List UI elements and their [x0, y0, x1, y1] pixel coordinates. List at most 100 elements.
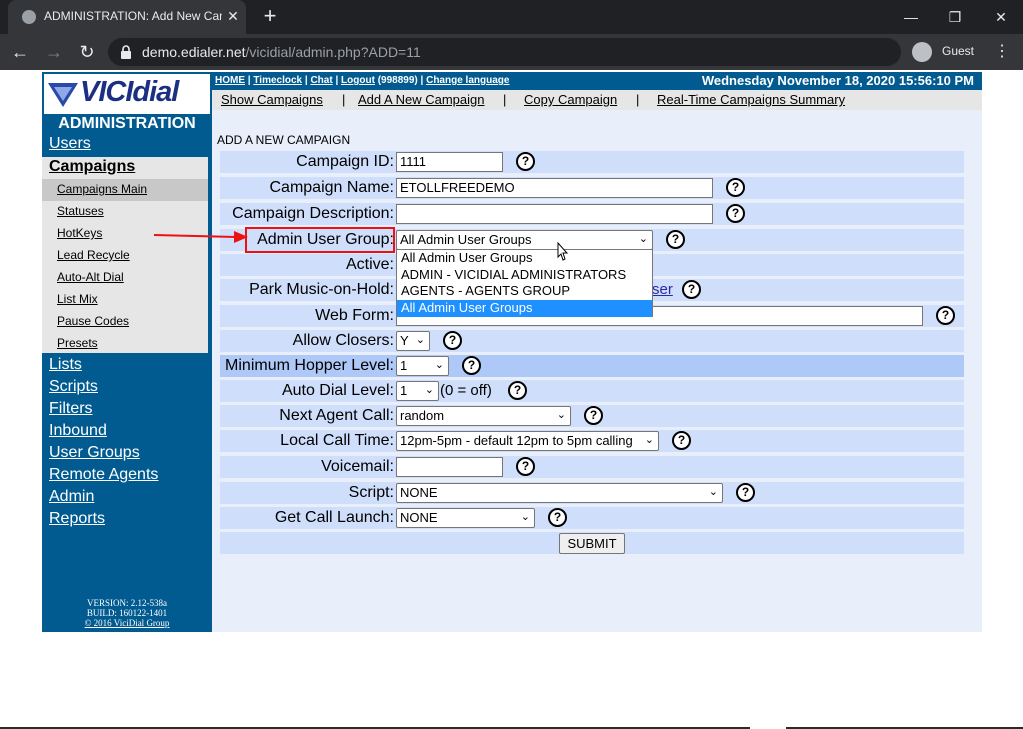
chevron-down-icon: ⌄	[424, 384, 434, 396]
sidebar-item-reports[interactable]: Reports	[49, 510, 105, 528]
label-web-form: Web Form:	[315, 307, 394, 324]
chevron-down-icon: ⌄	[638, 233, 648, 245]
admin-user-group-dropdown: All Admin User Groups ADMIN - VICIDIAL A…	[396, 249, 653, 317]
mouse-cursor-icon	[557, 242, 569, 261]
sidebar-item-campaigns[interactable]: Campaigns	[49, 158, 135, 176]
restore-icon[interactable]: ❐	[940, 5, 970, 29]
chat-link[interactable]: Chat	[310, 75, 332, 86]
local-call-time-select[interactable]: 12pm-5pm - default 12pm to 5pm calling ⌄	[396, 431, 659, 451]
chevron-down-icon: ⌄	[708, 486, 718, 498]
help-icon[interactable]: ?	[548, 508, 567, 527]
timeclock-link[interactable]: Timeclock	[253, 75, 302, 86]
row-next-agent-call: Next Agent Call: random ⌄ ?	[220, 405, 964, 427]
help-icon[interactable]: ?	[516, 457, 535, 476]
get-call-launch-select[interactable]: NONE ⌄	[396, 508, 535, 528]
label-auto-dial-level: Auto Dial Level:	[281, 382, 394, 399]
script-select[interactable]: NONE ⌄	[396, 483, 723, 503]
voicemail-input[interactable]	[396, 457, 503, 477]
tab-close-icon[interactable]: ✕	[224, 7, 242, 25]
help-icon[interactable]: ?	[936, 306, 955, 325]
subitem-auto-alt-dial[interactable]: Auto-Alt Dial	[57, 270, 124, 284]
submit-button[interactable]: SUBMIT	[559, 533, 625, 554]
home-link[interactable]: HOME	[215, 75, 245, 86]
subitem-presets[interactable]: Presets	[57, 336, 98, 350]
show-campaigns-link[interactable]: Show Campaigns	[221, 92, 323, 107]
header-links: HOME | Timeclock | Chat | Logout (998899…	[215, 75, 510, 86]
sidebar-item-inbound[interactable]: Inbound	[49, 422, 107, 440]
help-icon[interactable]: ?	[516, 152, 535, 171]
subitem-lead-recycle[interactable]: Lead Recycle	[57, 248, 130, 262]
sidebar-item-scripts[interactable]: Scripts	[49, 378, 98, 396]
label-script: Script:	[348, 484, 394, 501]
sidebar-item-lists[interactable]: Lists	[49, 356, 82, 374]
subitem-campaigns-main[interactable]: Campaigns Main	[57, 182, 147, 196]
help-icon[interactable]: ?	[672, 431, 691, 450]
forward-arrow-icon[interactable]: →	[42, 40, 66, 64]
copyright-link[interactable]: © 2016 ViciDial Group	[42, 618, 212, 628]
label-campaign-name: Campaign Name:	[269, 179, 395, 196]
dropdown-option[interactable]: ADMIN - VICIDIAL ADMINISTRATORS	[397, 267, 652, 284]
logout-link[interactable]: Logout	[341, 75, 375, 86]
sidebar-item-users[interactable]: Users	[49, 135, 91, 153]
version-text: VERSION: 2.12-538a	[87, 598, 167, 608]
help-icon[interactable]: ?	[726, 204, 745, 223]
help-icon[interactable]: ?	[584, 406, 603, 425]
minimum-hopper-level-select[interactable]: 1 ⌄	[396, 356, 449, 376]
tab-favicon-icon	[22, 10, 36, 24]
help-icon[interactable]: ?	[462, 356, 481, 375]
sidebar-item-remote-agents[interactable]: Remote Agents	[49, 466, 158, 484]
row-local-call-time: Local Call Time: 12pm-5pm - default 12pm…	[220, 430, 964, 452]
user-id: (998899)	[377, 75, 418, 86]
vicidial-logo[interactable]: VICIdial	[44, 74, 210, 114]
administration-title: ADMINISTRATION	[58, 115, 196, 132]
dropdown-option[interactable]: All Admin User Groups	[397, 250, 652, 267]
label-park-music: Park Music-on-Hold:	[249, 281, 394, 298]
next-agent-call-select[interactable]: random ⌄	[396, 406, 571, 426]
admin-user-group-select[interactable]: All Admin User Groups ⌄	[396, 230, 653, 250]
help-icon[interactable]: ?	[508, 381, 527, 400]
change-language-link[interactable]: Change language	[426, 75, 509, 86]
reload-icon[interactable]: ↻	[75, 40, 99, 64]
campaign-name-input[interactable]: ETOLLFREEDEMO	[396, 178, 713, 198]
logo-text: VICIdial	[80, 76, 179, 108]
row-voicemail: Voicemail: ?	[220, 456, 964, 478]
subitem-pause-codes[interactable]: Pause Codes	[57, 314, 129, 328]
lock-icon	[121, 45, 131, 59]
subitem-list-mix[interactable]: List Mix	[57, 292, 98, 306]
help-icon[interactable]: ?	[682, 280, 701, 299]
moh-chooser-link[interactable]: ser	[652, 281, 673, 298]
help-icon[interactable]: ?	[666, 230, 685, 249]
copy-campaign-link[interactable]: Copy Campaign	[524, 92, 617, 107]
dropdown-option[interactable]: AGENTS - AGENTS GROUP	[397, 283, 652, 300]
campaign-description-input[interactable]	[396, 204, 713, 224]
minimize-icon[interactable]: —	[896, 5, 926, 29]
row-campaign-name: Campaign Name: ETOLLFREEDEMO ?	[220, 177, 964, 199]
subitem-statuses[interactable]: Statuses	[57, 204, 104, 218]
back-arrow-icon[interactable]: ←	[8, 40, 32, 64]
address-bar[interactable]: demo.edialer.net/vicidial/admin.php?ADD=…	[108, 38, 901, 66]
sidebar-item-filters[interactable]: Filters	[49, 400, 93, 418]
profile-button[interactable]: Guest	[912, 40, 984, 64]
subitem-hotkeys[interactable]: HotKeys	[57, 226, 102, 240]
build-text: BUILD: 160122-1401	[86, 608, 168, 618]
sidebar-item-admin[interactable]: Admin	[49, 488, 94, 506]
row-minimum-hopper-level: Minimum Hopper Level: 1 ⌄ ?	[220, 355, 964, 377]
browser-tab[interactable]: ADMINISTRATION: Add New Campaign ✕	[8, 0, 246, 34]
allow-closers-select[interactable]: Y ⌄	[396, 331, 430, 351]
help-icon[interactable]: ?	[736, 483, 755, 502]
sidebar-item-user-groups[interactable]: User Groups	[49, 444, 140, 462]
help-icon[interactable]: ?	[726, 178, 745, 197]
campaign-id-input[interactable]: 1111	[396, 152, 503, 172]
browser-menu-icon[interactable]: ⋮	[992, 40, 1012, 64]
window-close-icon[interactable]: ✕	[986, 5, 1016, 29]
auto-dial-level-select[interactable]: 1 ⌄	[396, 381, 439, 401]
new-tab-icon[interactable]: +	[258, 5, 282, 29]
annotation-highlight-box	[245, 227, 395, 253]
dropdown-option-selected[interactable]: All Admin User Groups	[397, 300, 652, 317]
realtime-summary-link[interactable]: Real-Time Campaigns Summary	[657, 92, 845, 107]
add-new-campaign-link[interactable]: Add A New Campaign	[358, 92, 484, 107]
profile-label: Guest	[942, 44, 975, 58]
help-icon[interactable]: ?	[443, 331, 462, 350]
auto-dial-note: (0 = off)	[440, 382, 492, 399]
label-active: Active:	[345, 256, 394, 273]
